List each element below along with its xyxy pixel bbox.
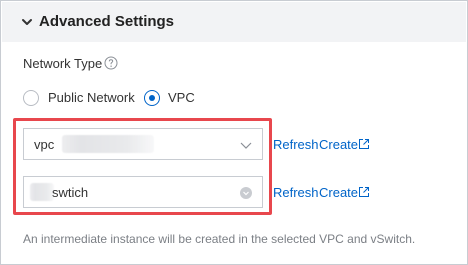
vpc-create-link[interactable]: Create bbox=[319, 137, 358, 153]
network-type-label: Network Type bbox=[23, 56, 103, 71]
external-link-icon[interactable] bbox=[358, 186, 370, 198]
vswitch-create-link[interactable]: Create bbox=[319, 185, 358, 201]
chevron-down-icon bbox=[22, 19, 32, 25]
external-link-icon[interactable] bbox=[358, 138, 370, 150]
section-title: Advanced Settings bbox=[39, 13, 175, 30]
advanced-settings-panel: Advanced Settings Network Type Public Ne… bbox=[0, 0, 468, 265]
radio-selected-dot bbox=[149, 95, 155, 101]
vpc-refresh-link[interactable]: Refresh bbox=[273, 137, 319, 153]
radio-public-network[interactable] bbox=[23, 90, 39, 106]
hint-text: An intermediate instance will be created… bbox=[23, 232, 416, 246]
vswitch-refresh-link[interactable]: Refresh bbox=[273, 185, 319, 201]
radio-label-public-network[interactable]: Public Network bbox=[48, 90, 135, 106]
radio-label-vpc[interactable]: VPC bbox=[168, 90, 195, 106]
highlight-box bbox=[13, 118, 272, 215]
help-icon[interactable] bbox=[104, 56, 118, 70]
section-header[interactable]: Advanced Settings bbox=[2, 2, 466, 42]
radio-vpc[interactable] bbox=[144, 90, 160, 106]
